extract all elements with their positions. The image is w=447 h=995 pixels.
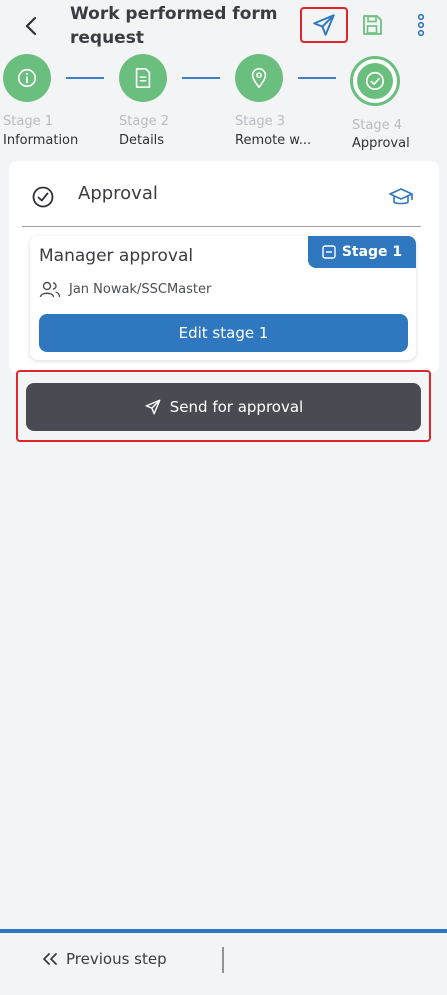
send-for-approval-label: Send for approval [169,398,304,416]
step-1-number: Stage 1 [3,114,53,129]
edit-stage-button[interactable]: Edit stage 1 [39,314,408,352]
approver-name: Jan Nowak/SSCMaster [69,281,212,297]
step-3-label: Remote w... [235,133,312,148]
footer: Previous step [0,929,447,995]
header: Work performed form request [0,0,447,55]
send-icon [313,14,335,36]
stage-badge[interactable]: Stage 1 [308,236,416,268]
document-icon [135,68,151,88]
page-title: Work performed form request [70,4,278,48]
previous-step-label: Previous step [66,950,167,968]
step-4-circle[interactable] [350,56,400,106]
step-connector [298,77,336,79]
location-icon [251,68,267,88]
approval-title: Approval [78,183,158,204]
step-2-number: Stage 2 [119,114,169,129]
previous-step-button[interactable]: Previous step [42,950,167,968]
double-chevron-left-icon [43,953,57,965]
step-2-label: Details [119,133,165,148]
send-for-approval-highlight: Send for approval [16,370,431,442]
step-4-inner [357,63,393,99]
check-circle-icon [32,186,54,208]
step-3-circle[interactable] [235,54,283,102]
step-4-label: Approval [352,136,410,151]
send-for-approval-button[interactable]: Send for approval [26,383,421,431]
approver-row: Jan Nowak/SSCMaster [39,280,211,298]
card-title: Manager approval [39,246,194,266]
step-connector [66,77,104,79]
check-circle-icon [365,71,385,91]
more-options-button[interactable] [406,7,436,43]
step-3-number: Stage 3 [235,114,285,129]
step-1-label: Information [3,133,79,148]
footer-divider [222,947,224,973]
step-2-circle[interactable] [119,54,167,102]
more-vertical-icon [417,14,425,36]
users-icon [39,281,61,298]
collapse-icon [322,245,336,259]
save-button[interactable] [354,7,390,43]
stage-card: Manager approval Stage 1 Jan Nowak/SSCMa… [30,236,416,360]
send-icon [145,399,161,415]
step-connector [182,77,220,79]
chevron-left-icon [25,16,37,36]
graduation-cap-icon[interactable] [388,185,414,209]
step-4-number: Stage 4 [352,118,402,133]
stage-badge-label: Stage 1 [341,244,403,260]
step-1-circle[interactable] [3,54,51,102]
send-header-button[interactable] [300,7,348,43]
back-button[interactable] [18,12,44,40]
info-icon [17,68,37,88]
stepper: Stage 1 Information Stage 2 Details Stag… [0,52,447,157]
save-icon [363,15,382,35]
